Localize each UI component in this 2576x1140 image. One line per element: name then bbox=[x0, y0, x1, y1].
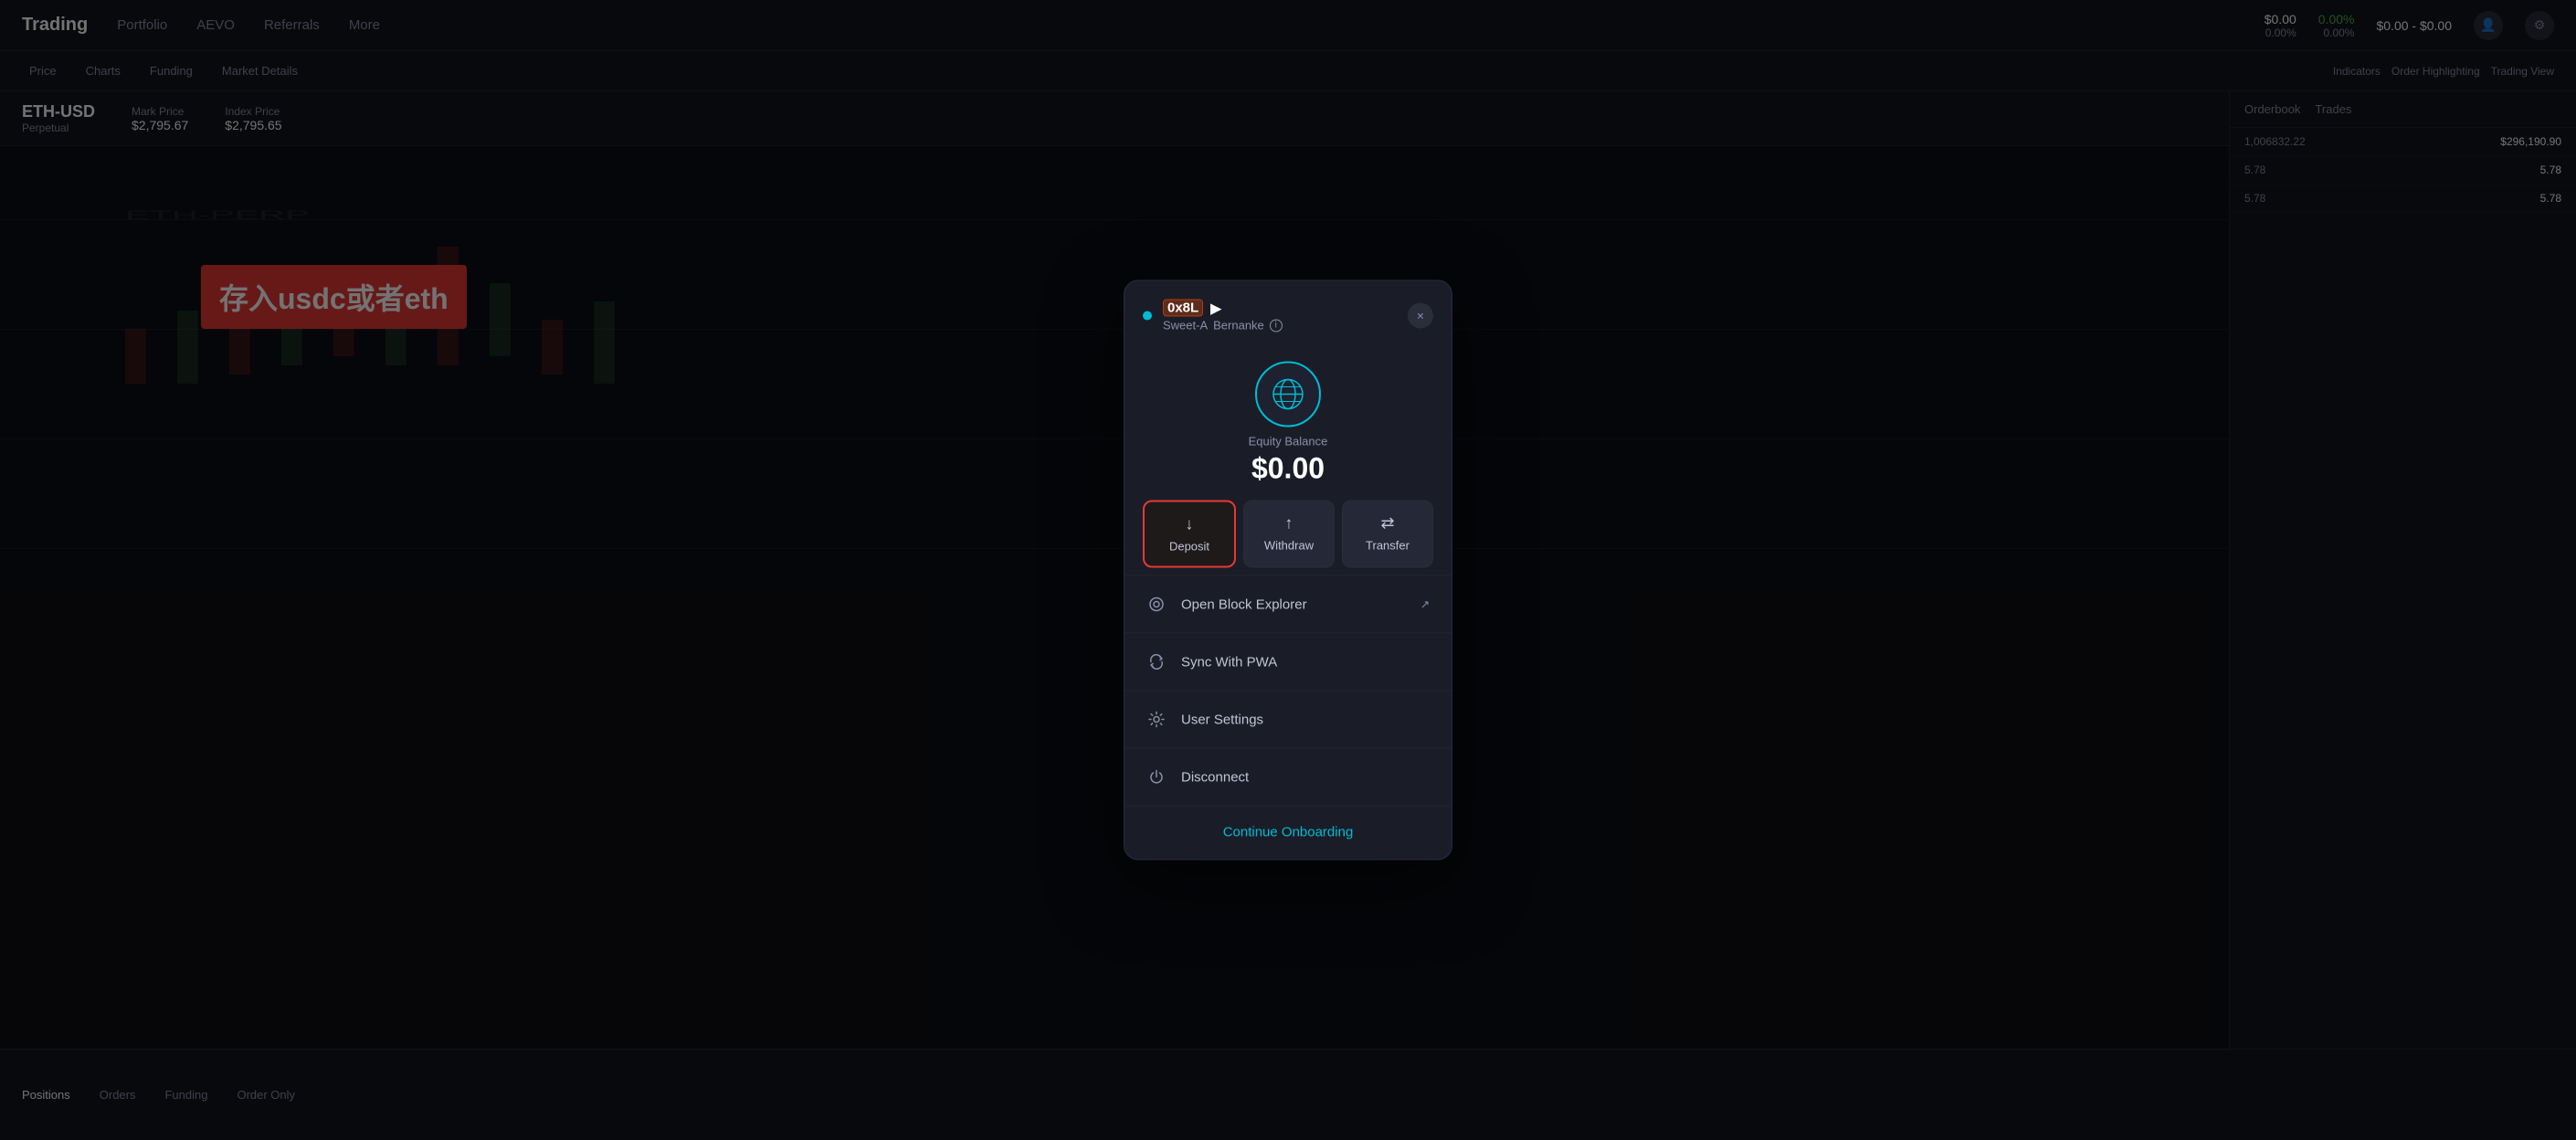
deposit-label: Deposit bbox=[1169, 540, 1209, 554]
menu-divider-5 bbox=[1124, 806, 1452, 807]
transfer-label: Transfer bbox=[1366, 539, 1409, 553]
disconnect-label: Disconnect bbox=[1181, 769, 1249, 785]
close-button[interactable]: × bbox=[1408, 303, 1433, 329]
wallet-name-text: Sweet-A bbox=[1163, 319, 1208, 332]
withdraw-label: Withdraw bbox=[1264, 539, 1314, 553]
user-settings-label: User Settings bbox=[1181, 712, 1263, 727]
menu-divider-1 bbox=[1124, 575, 1452, 576]
wallet-address-text: 0x8L bbox=[1163, 300, 1203, 317]
action-buttons: ↓ Deposit ↑ Withdraw ⇄ Transfer bbox=[1143, 501, 1433, 568]
continue-onboarding-text: Continue Onboarding bbox=[1223, 825, 1354, 840]
block-explorer-label: Open Block Explorer bbox=[1181, 596, 1307, 612]
menu-item-user-settings[interactable]: User Settings bbox=[1124, 695, 1452, 744]
menu-item-sync-pwa[interactable]: Sync With PWA bbox=[1124, 638, 1452, 687]
disconnect-icon bbox=[1146, 767, 1167, 787]
modal-header: 0x8L ▶ Sweet-A Bernanke i × bbox=[1124, 281, 1452, 343]
continue-onboarding-button[interactable]: Continue Onboarding bbox=[1124, 810, 1452, 860]
wallet-address-display: 0x8L ▶ bbox=[1163, 300, 1397, 317]
deposit-button[interactable]: ↓ Deposit bbox=[1143, 501, 1236, 568]
wallet-status-dot bbox=[1143, 311, 1152, 321]
info-icon[interactable]: i bbox=[1270, 319, 1283, 332]
globe-icon bbox=[1255, 362, 1321, 428]
transfer-icon: ⇄ bbox=[1380, 514, 1394, 533]
deposit-icon: ↓ bbox=[1186, 515, 1194, 534]
equity-section: Equity Balance $0.00 bbox=[1124, 435, 1452, 501]
wallet-name-suffix: Bernanke bbox=[1213, 319, 1264, 332]
block-explorer-arrow: ↗ bbox=[1420, 598, 1430, 611]
wallet-modal: 0x8L ▶ Sweet-A Bernanke i × Equity Balan… bbox=[1124, 280, 1452, 860]
menu-divider-4 bbox=[1124, 748, 1452, 749]
block-explorer-icon bbox=[1146, 595, 1167, 615]
sync-pwa-icon bbox=[1146, 652, 1167, 672]
wallet-address-section: 0x8L ▶ Sweet-A Bernanke i bbox=[1163, 300, 1397, 332]
withdraw-button[interactable]: ↑ Withdraw bbox=[1243, 501, 1335, 568]
menu-item-disconnect[interactable]: Disconnect bbox=[1124, 753, 1452, 802]
user-settings-icon bbox=[1146, 710, 1167, 730]
wallet-address-suffix: ▶ bbox=[1210, 300, 1221, 316]
menu-item-block-explorer[interactable]: Open Block Explorer ↗ bbox=[1124, 580, 1452, 629]
wallet-name: Sweet-A Bernanke i bbox=[1163, 319, 1397, 332]
menu-divider-2 bbox=[1124, 633, 1452, 634]
globe-container bbox=[1124, 343, 1452, 435]
equity-value: $0.00 bbox=[1143, 452, 1433, 486]
withdraw-icon: ↑ bbox=[1285, 514, 1293, 533]
transfer-button[interactable]: ⇄ Transfer bbox=[1342, 501, 1433, 568]
equity-label: Equity Balance bbox=[1143, 435, 1433, 449]
sync-pwa-label: Sync With PWA bbox=[1181, 654, 1277, 670]
